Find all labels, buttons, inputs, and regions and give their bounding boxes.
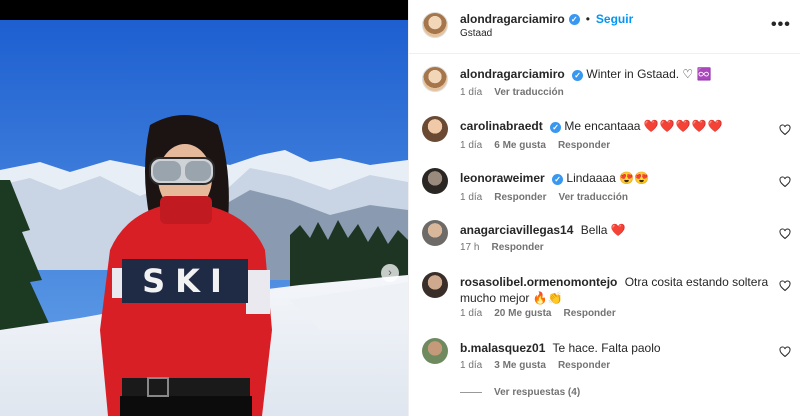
post-side-panel: alondragarciamiro ✓ • Seguir Gstaad ••• …: [408, 0, 800, 416]
heart-outline-icon[interactable]: [779, 124, 791, 136]
verified-badge-icon: ✓: [568, 13, 580, 25]
comment-emoji: ❤️❤️❤️❤️❤️: [643, 119, 724, 133]
comment-time[interactable]: 1 día: [460, 140, 482, 151]
comment-body: leonoraweimer ✓ Lindaaaa 😍😍: [460, 170, 760, 186]
post-header: alondragarciamiro ✓ • Seguir Gstaad •••: [409, 0, 800, 54]
comment-emoji: 😍😍: [619, 171, 650, 185]
comment-avatar[interactable]: [422, 272, 448, 298]
verified-badge-icon: ✓: [552, 174, 564, 185]
comment-meta: 1 día Responder Ver traducción: [460, 192, 628, 203]
translate-button[interactable]: Ver traducción: [558, 192, 627, 203]
heart-outline-icon[interactable]: [779, 280, 791, 292]
reply-button[interactable]: Responder: [491, 242, 543, 253]
author-avatar[interactable]: [422, 12, 448, 38]
caption-username[interactable]: alondragarciamiro: [460, 67, 565, 81]
comment-username[interactable]: rosasolibel.ormenomontejo: [460, 275, 617, 289]
comment-item: b.malasquez01 Te hace. Falta paolo 1 día…: [409, 338, 800, 384]
caption-item: alondragarciamiro ✓ Winter in Gstaad. ♡ …: [409, 54, 800, 102]
reply-button[interactable]: Responder: [494, 192, 546, 203]
reply-button[interactable]: Responder: [564, 308, 616, 319]
comment-username[interactable]: b.malasquez01: [460, 341, 545, 355]
comment-text: Bella: [580, 223, 608, 237]
comment-meta: 1 día 3 Me gusta Responder: [460, 360, 610, 371]
caption-time[interactable]: 1 día: [460, 87, 482, 98]
comment-username[interactable]: carolinabraedt: [460, 119, 543, 133]
comment-text: Me encantaaa: [564, 119, 641, 133]
more-options-icon[interactable]: •••: [771, 16, 791, 34]
replies-line: [460, 392, 482, 393]
comment-likes[interactable]: 3 Me gusta: [494, 360, 546, 371]
heart-outline-icon[interactable]: [779, 176, 791, 188]
caption-author-avatar[interactable]: [422, 66, 448, 92]
comment-body: b.malasquez01 Te hace. Falta paolo: [460, 340, 760, 356]
comment-text: Lindaaaa: [566, 171, 616, 185]
follow-button[interactable]: Seguir: [596, 12, 633, 26]
photo-illustration: [0, 20, 408, 416]
sweater-text: SKI: [142, 262, 232, 300]
comment-username[interactable]: leonoraweimer: [460, 171, 545, 185]
comment-likes[interactable]: 6 Me gusta: [494, 140, 546, 151]
comment-body: rosasolibel.ormenomontejo Otra cosita es…: [460, 274, 770, 306]
caption-body: alondragarciamiro ✓ Winter in Gstaad. ♡ …: [460, 66, 760, 82]
comment-item: anagarciavillegas14 Bella ❤️ 17 h Respon…: [409, 220, 800, 270]
comment-avatar[interactable]: [422, 220, 448, 246]
comment-text: Te hace. Falta paolo: [552, 341, 661, 355]
comment-item: leonoraweimer ✓ Lindaaaa 😍😍 1 día Respon…: [409, 168, 800, 218]
comment-emoji: ❤️: [610, 223, 627, 237]
comment-item: carolinabraedt ✓ Me encantaaa ❤️❤️❤️❤️❤️…: [409, 116, 800, 166]
comment-time[interactable]: 1 día: [460, 308, 482, 319]
photo-top-bar: [0, 0, 408, 20]
comment-avatar[interactable]: [422, 116, 448, 142]
verified-badge-icon: ✓: [550, 122, 562, 133]
heart-outline-icon[interactable]: [779, 228, 791, 240]
comment-meta: 1 día 20 Me gusta Responder: [460, 308, 616, 319]
author-row: alondragarciamiro ✓ • Seguir: [460, 12, 633, 26]
heart-outline-icon[interactable]: [779, 346, 791, 358]
comment-item: rosasolibel.ormenomontejo Otra cosita es…: [409, 272, 800, 334]
caption-meta: 1 día Ver traducción: [460, 87, 564, 98]
view-replies-label: Ver respuestas (4): [494, 387, 581, 398]
comment-body: anagarciavillegas14 Bella ❤️: [460, 222, 760, 238]
comment-body: carolinabraedt ✓ Me encantaaa ❤️❤️❤️❤️❤️: [460, 118, 760, 134]
chevron-right-icon: ›: [388, 267, 392, 279]
post-photo[interactable]: SKI ›: [0, 0, 408, 416]
caption-translate-button[interactable]: Ver traducción: [494, 87, 563, 98]
comment-likes[interactable]: 20 Me gusta: [494, 308, 551, 319]
author-username[interactable]: alondragarciamiro: [460, 12, 565, 26]
view-replies-button[interactable]: Ver respuestas (4): [460, 387, 580, 398]
separator-dot: •: [585, 12, 590, 26]
comment-time[interactable]: 1 día: [460, 360, 482, 371]
verified-badge-icon: ✓: [572, 70, 584, 81]
comment-meta: 17 h Responder: [460, 242, 544, 253]
comment-meta: 1 día 6 Me gusta Responder: [460, 140, 610, 151]
reply-button[interactable]: Responder: [558, 360, 610, 371]
sweater-lettering: SKI: [126, 262, 248, 300]
comment-time[interactable]: 1 día: [460, 192, 482, 203]
comment-username[interactable]: anagarciavillegas14: [460, 223, 573, 237]
comment-emoji: 🔥👏: [532, 291, 563, 305]
post-location[interactable]: Gstaad: [460, 28, 492, 39]
caption-text: Winter in Gstaad. ♡ ♾️: [586, 67, 712, 81]
reply-button[interactable]: Responder: [558, 140, 610, 151]
comment-time[interactable]: 17 h: [460, 242, 479, 253]
comment-avatar[interactable]: [422, 168, 448, 194]
comment-avatar[interactable]: [422, 338, 448, 364]
next-image-button[interactable]: ›: [381, 264, 399, 282]
